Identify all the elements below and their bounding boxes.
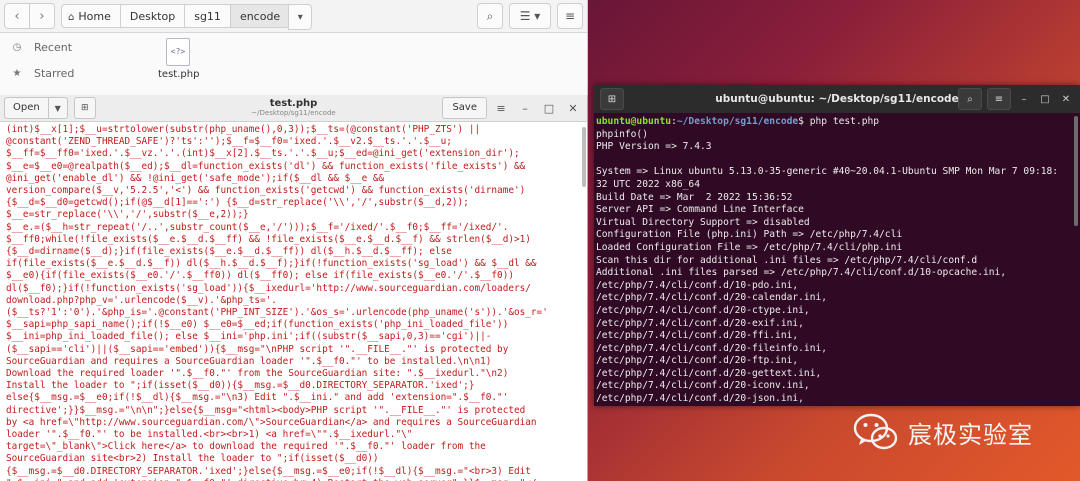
prompt-path: ~/Desktop/sg11/encode (676, 116, 799, 127)
terminal-close-button[interactable]: ✕ (1058, 91, 1074, 107)
file-item-test-php[interactable]: <?> test.php (158, 38, 200, 80)
open-button[interactable]: Open (4, 97, 49, 119)
breadcrumb-encode[interactable]: encode (229, 4, 291, 28)
minimize-icon: – (1021, 93, 1027, 105)
sidebar-item-starred[interactable]: ★ Starred (0, 60, 144, 86)
php-file-icon: <?> (166, 38, 190, 66)
editor-menu-button[interactable]: ≡ (491, 98, 511, 118)
new-tab-icon: ⊞ (607, 93, 617, 105)
terminal-window: ⊞ ubuntu@ubuntu: ~/Desktop/sg11/encode ⌕… (594, 85, 1080, 406)
view-options-button[interactable]: ☰ ▾ (509, 3, 551, 29)
breadcrumb-sg11[interactable]: sg11 (184, 4, 231, 28)
hamburger-icon: ≡ (496, 101, 506, 115)
terminal-menu-button[interactable]: ≡ (987, 88, 1011, 110)
open-menu-button[interactable]: ▼ (48, 97, 68, 119)
breadcrumb-desktop[interactable]: Desktop (119, 4, 186, 28)
close-button[interactable]: ✕ (563, 98, 583, 118)
text-editor-window: Open ▼ ⊞ test.php ~/Desktop/sg11/encode … (0, 95, 588, 481)
watermark-text: 宸极实验室 (908, 420, 1033, 449)
maximize-button[interactable]: □ (539, 98, 559, 118)
new-document-icon: ⊞ (80, 103, 89, 113)
files-window: ‹ › ⌂ Home Desktop sg11 encode ▾ ⌕ ☰ ▾ ≡ … (0, 0, 588, 95)
save-button[interactable]: Save (442, 97, 487, 119)
maximize-icon: □ (1040, 93, 1050, 105)
prompt-line: ubuntu@ubuntu:~/Desktop/sg11/encode$ php… (596, 116, 879, 127)
prompt-command: $ php test.php (798, 116, 880, 127)
command-output: phpinfo() PHP Version => 7.4.3 System =>… (596, 128, 1059, 406)
close-icon: ✕ (568, 101, 578, 115)
star-icon: ★ (12, 67, 22, 79)
chevron-right-icon: › (39, 8, 45, 24)
hamburger-icon: ≡ (564, 9, 576, 23)
maximize-icon: □ (543, 101, 555, 115)
new-terminal-tab-button[interactable]: ⊞ (600, 88, 624, 110)
new-tab-button[interactable]: ⊞ (73, 97, 96, 119)
chevron-down-icon: ▾ (297, 11, 303, 23)
hamburger-icon: ≡ (994, 93, 1004, 105)
hamburger-menu-button[interactable]: ≡ (557, 3, 583, 29)
search-icon: ⌕ (486, 8, 494, 23)
home-icon: ⌂ (68, 12, 75, 23)
breadcrumb: ⌂ Home Desktop sg11 encode ▾ (61, 4, 313, 30)
terminal-search-button[interactable]: ⌕ (958, 88, 982, 110)
terminal-minimize-button[interactable]: – (1016, 91, 1032, 107)
files-sidebar: ◷ Recent ★ Starred (0, 34, 144, 86)
search-button[interactable]: ⌕ (477, 3, 503, 29)
forward-button[interactable]: › (30, 3, 55, 29)
list-view-icon: ☰ ▾ (519, 9, 541, 23)
wechat-watermark: 宸极实验室 (852, 410, 1033, 454)
wechat-logo-icon (853, 413, 898, 450)
terminal-header-bar: ⊞ ubuntu@ubuntu: ~/Desktop/sg11/encode ⌕… (594, 85, 1080, 113)
terminal-scrollbar[interactable] (1074, 116, 1078, 226)
breadcrumb-menu-button[interactable]: ▾ (288, 4, 313, 30)
file-name-label: test.php (158, 69, 200, 80)
chevron-left-icon: ‹ (14, 8, 20, 24)
terminal-output[interactable]: ubuntu@ubuntu:~/Desktop/sg11/encode$ php… (594, 113, 1080, 406)
chevron-down-icon: ▼ (54, 103, 61, 113)
clock-icon: ◷ (12, 41, 22, 53)
sidebar-item-recent[interactable]: ◷ Recent (0, 34, 144, 60)
terminal-maximize-button[interactable]: □ (1037, 91, 1053, 107)
minimize-icon: – (522, 101, 528, 115)
prompt-user: ubuntu@ubuntu (596, 116, 672, 127)
editor-scrollbar[interactable] (582, 127, 586, 187)
breadcrumb-home[interactable]: ⌂ Home (61, 4, 121, 28)
editor-header-bar: Open ▼ ⊞ test.php ~/Desktop/sg11/encode … (0, 95, 587, 122)
search-icon: ⌕ (967, 93, 973, 105)
close-icon: ✕ (1061, 93, 1071, 105)
files-header-bar: ‹ › ⌂ Home Desktop sg11 encode ▾ ⌕ ☰ ▾ ≡ (0, 0, 587, 33)
code-editor-text[interactable]: (int)$__x[1];$__u=strtolower(substr(php_… (0, 122, 587, 481)
back-button[interactable]: ‹ (4, 3, 30, 29)
minimize-button[interactable]: – (515, 98, 535, 118)
